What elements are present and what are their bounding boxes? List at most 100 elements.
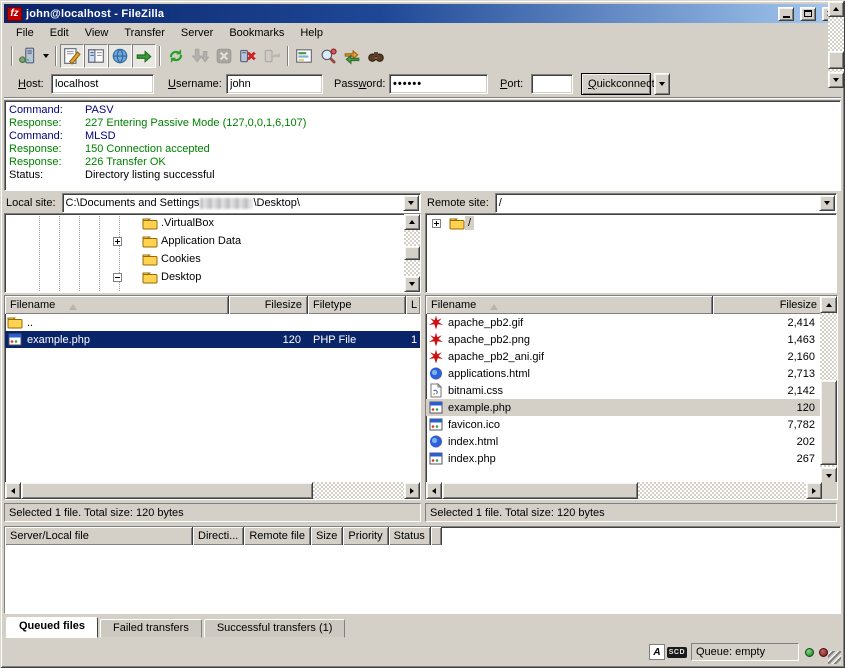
file-icon: [7, 315, 23, 330]
log-scrollbar[interactable]: [828, 1, 844, 88]
port-input[interactable]: [531, 74, 573, 94]
synchronized-browsing-button[interactable]: [340, 44, 364, 68]
scroll-up-button[interactable]: [820, 296, 837, 313]
tree-item[interactable]: Desktop: [5, 268, 420, 286]
toggle-local-tree-button[interactable]: [84, 44, 108, 68]
menu-item[interactable]: Help: [292, 24, 331, 42]
quickconnect-dropdown-button[interactable]: [654, 73, 670, 95]
tree-expander[interactable]: [113, 273, 122, 282]
column-header-filename[interactable]: Filename: [5, 296, 229, 314]
resize-grip[interactable]: [828, 651, 841, 664]
scroll-down-button[interactable]: [404, 276, 420, 292]
sort-ascending-icon: [490, 300, 498, 310]
tree-expander[interactable]: [432, 219, 441, 228]
find-files-button[interactable]: [364, 44, 388, 68]
file-row[interactable]: favicon.ico 7,782: [426, 416, 822, 433]
queue-status-field: Queue: empty: [691, 643, 799, 661]
refresh-button[interactable]: [164, 44, 188, 68]
file-row[interactable]: example.php 120: [426, 399, 822, 416]
queue-column-header[interactable]: Priority: [343, 527, 388, 545]
queue-column-header[interactable]: Directi...: [193, 527, 244, 545]
queue-column-header[interactable]: Size: [311, 527, 343, 545]
menu-item[interactable]: Bookmarks: [221, 24, 292, 42]
toggle-message-log-button[interactable]: [60, 44, 84, 68]
toggle-remote-tree-button[interactable]: [108, 44, 132, 68]
local-site-combo[interactable]: C:\Documents and Settings\Desktop\: [62, 193, 421, 213]
scroll-left-button[interactable]: [5, 482, 21, 499]
quickconnect-button[interactable]: Quickconnect: [581, 73, 651, 95]
local-list-hscrollbar[interactable]: [5, 482, 420, 499]
scroll-right-button[interactable]: [806, 482, 822, 499]
scroll-thumb[interactable]: [442, 482, 638, 499]
scroll-thumb[interactable]: [828, 51, 844, 69]
speed-limits-icon[interactable]: SCD: [667, 647, 687, 658]
directory-listing-filters-button[interactable]: [292, 44, 316, 68]
column-header-lastmodified[interactable]: L: [406, 296, 420, 314]
remote-site-dropdown-button[interactable]: [819, 195, 835, 211]
file-row[interactable]: apache_pb2_ani.gif 2,160: [426, 348, 822, 365]
tree-item[interactable]: /: [426, 214, 836, 232]
tree-item[interactable]: .VirtualBox: [5, 214, 420, 232]
remote-list-header: Filename Filesize: [426, 296, 822, 314]
column-header-filetype[interactable]: Filetype: [308, 296, 406, 314]
refresh-icon: [167, 47, 185, 65]
scroll-thumb[interactable]: [404, 246, 420, 260]
scroll-up-button[interactable]: [404, 214, 420, 230]
cancel-operation-button[interactable]: [212, 44, 236, 68]
filezilla-app-icon: fz: [7, 7, 22, 21]
toggle-transfer-queue-button[interactable]: [132, 44, 156, 68]
column-header-filename[interactable]: Filename: [426, 296, 713, 314]
file-name-cell: apache_pb2_ani.gif: [426, 349, 713, 364]
reconnect-button[interactable]: [260, 44, 284, 68]
local-site-dropdown-button[interactable]: [403, 195, 419, 211]
queue-column-header[interactable]: Server/Local file: [5, 527, 193, 545]
file-row[interactable]: index.php 267: [426, 450, 822, 467]
queue-column-header[interactable]: Status: [389, 527, 431, 545]
column-header-filesize[interactable]: Filesize: [713, 296, 822, 314]
menu-item[interactable]: Edit: [42, 24, 77, 42]
queue-tab[interactable]: Queued files: [6, 617, 98, 638]
site-manager-button[interactable]: [16, 44, 40, 68]
menu-item[interactable]: View: [77, 24, 117, 42]
remote-file-list: Filename Filesize apache_pb2.gif: [425, 295, 838, 500]
scroll-thumb[interactable]: [21, 482, 313, 499]
column-header-filesize[interactable]: Filesize: [229, 296, 308, 314]
menu-item[interactable]: Server: [173, 24, 221, 42]
maximize-button[interactable]: [800, 7, 816, 21]
menu-item[interactable]: File: [8, 24, 42, 42]
tree-item[interactable]: Cookies: [5, 250, 420, 268]
scroll-thumb[interactable]: [820, 380, 837, 465]
disconnect-button[interactable]: [236, 44, 260, 68]
remote-list-hscrollbar[interactable]: [426, 482, 822, 499]
process-queue-button[interactable]: [188, 44, 212, 68]
file-row[interactable]: apache_pb2.png 1,463: [426, 331, 822, 348]
password-input[interactable]: [389, 74, 488, 94]
queue-column-header[interactable]: Remote file: [244, 527, 311, 545]
menu-item[interactable]: Transfer: [116, 24, 173, 42]
file-name-cell: bitnami.css: [426, 383, 713, 398]
scroll-left-button[interactable]: [426, 482, 442, 499]
remote-site-combo[interactable]: /: [495, 193, 837, 213]
local-tree-scrollbar[interactable]: [404, 214, 420, 292]
tree-expander[interactable]: [113, 237, 122, 246]
username-input[interactable]: [226, 74, 323, 94]
directory-comparison-button[interactable]: [316, 44, 340, 68]
file-row[interactable]: applications.html 2,713: [426, 365, 822, 382]
scroll-up-button[interactable]: [828, 1, 844, 17]
file-row[interactable]: ..: [5, 314, 420, 331]
scroll-right-button[interactable]: [404, 482, 420, 499]
queue-column-header[interactable]: [431, 527, 442, 545]
queue-tab[interactable]: Successful transfers (1): [204, 619, 346, 638]
file-row[interactable]: example.php 120 PHP File 1: [5, 331, 420, 348]
scroll-down-button[interactable]: [828, 72, 844, 88]
file-row[interactable]: apache_pb2.gif 2,414: [426, 314, 822, 331]
remote-list-vscrollbar[interactable]: [820, 296, 837, 484]
folder-icon: [142, 216, 158, 231]
file-row[interactable]: bitnami.css 2,142: [426, 382, 822, 399]
minimize-button[interactable]: [778, 7, 794, 21]
tree-item[interactable]: Application Data: [5, 232, 420, 250]
queue-tab[interactable]: Failed transfers: [100, 619, 202, 638]
site-manager-dropdown-button[interactable]: [40, 45, 52, 67]
host-input[interactable]: [51, 74, 154, 94]
file-row[interactable]: index.html 202: [426, 433, 822, 450]
